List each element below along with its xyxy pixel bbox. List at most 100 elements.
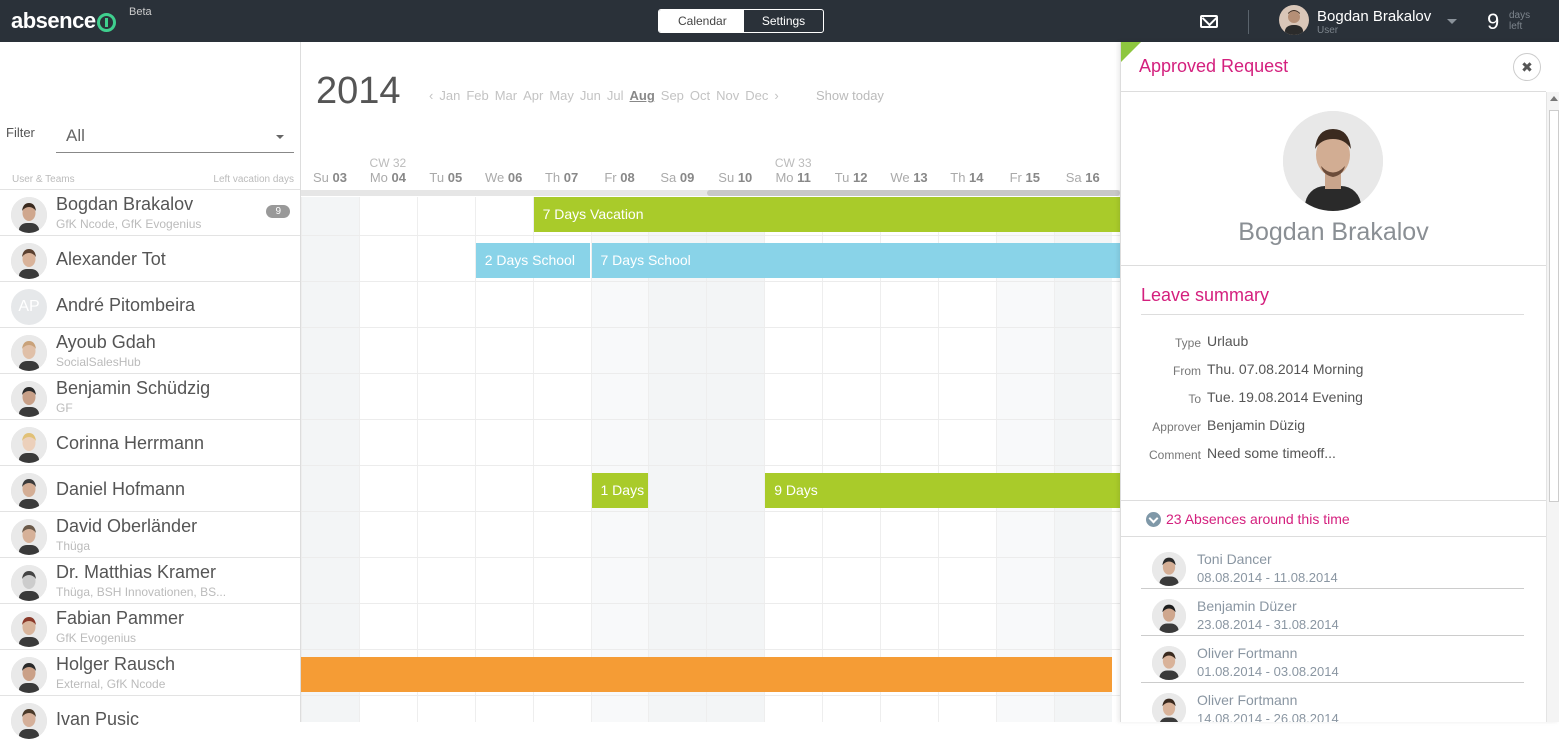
day-number: 14 <box>969 170 984 185</box>
day-column-header: Su 10 <box>706 154 764 186</box>
chevron-down-icon[interactable] <box>1447 19 1457 24</box>
absence-dates: 01.08.2014 - 03.08.2014 <box>1197 664 1339 679</box>
current-user-name[interactable]: Bogdan Brakalov <box>1317 8 1431 25</box>
prev-month-icon[interactable]: ‹ <box>429 88 433 103</box>
user-row[interactable]: AP André Pitombeira <box>0 281 300 327</box>
filter-select[interactable]: All <box>56 122 294 153</box>
absence-bar[interactable]: 7 Days School <box>591 243 1120 278</box>
day-label: Sa 09 <box>648 170 706 185</box>
day-label: Su 10 <box>706 170 764 185</box>
month-link[interactable]: Aug <box>630 88 655 103</box>
absence-avatar <box>1152 599 1186 633</box>
row-divider <box>301 327 1120 328</box>
absence-bar[interactable]: 9 Days <box>765 473 1120 508</box>
mail-icon[interactable] <box>1200 15 1218 28</box>
user-row[interactable]: Benjamin Schüdzig GF <box>0 373 300 419</box>
user-row[interactable]: Alexander Tot <box>0 235 300 281</box>
weekday: Tu <box>429 170 445 185</box>
calendar-grid[interactable]: 7 Days Vacation 2 Days School 7 Days Schoo… <box>301 189 1120 722</box>
day-number: 13 <box>913 170 928 185</box>
user-row[interactable]: Ivan Pusic <box>0 695 300 741</box>
month-link[interactable]: Jan <box>439 88 460 103</box>
day-number: 12 <box>853 170 868 185</box>
weekday: Mo <box>775 170 794 185</box>
month-link[interactable]: Sep <box>661 88 684 103</box>
user-name: Fabian Pammer <box>56 608 185 628</box>
avatar-image <box>1285 10 1303 35</box>
leave-field: To Tue. 19.08.2014 Evening <box>1121 389 1546 411</box>
month-link[interactable]: Jul <box>607 88 624 103</box>
avatar-image <box>11 243 47 279</box>
month-link[interactable]: Apr <box>523 88 543 103</box>
show-today-link[interactable]: Show today <box>816 88 884 103</box>
absence-item[interactable]: Benjamin Düzer 23.08.2014 - 31.08.2014 <box>1141 589 1524 636</box>
row-divider <box>301 235 1120 236</box>
month-link[interactable]: Oct <box>690 88 710 103</box>
month-link[interactable]: Mar <box>495 88 517 103</box>
month-link[interactable]: Nov <box>716 88 739 103</box>
absence-item[interactable]: Oliver Fortmann 01.08.2014 - 03.08.2014 <box>1141 636 1524 683</box>
avatar-image <box>1152 599 1186 633</box>
user-row[interactable]: David Oberländer Thüga <box>0 511 300 557</box>
absence-bar[interactable]: 1 Days <box>591 473 649 508</box>
day-column-header: Su 03 <box>301 154 359 186</box>
month-link[interactable]: Jun <box>580 88 601 103</box>
absences-toggle[interactable]: 23 Absences around this time <box>1146 511 1350 527</box>
day-column-header: CW 33 Mo 11 <box>764 154 822 186</box>
month-link[interactable]: May <box>549 88 574 103</box>
avatar-image <box>11 427 47 463</box>
field-value: Urlaub <box>1207 333 1249 349</box>
panel-scroll-thumb[interactable] <box>1549 110 1559 502</box>
field-value: Thu. 07.08.2014 Morning <box>1207 361 1364 377</box>
panel-scrollbar[interactable] <box>1546 92 1559 722</box>
day-column-header: Fr 08 <box>591 154 649 186</box>
absence-bar[interactable]: 7 Days Vacation <box>533 197 1120 232</box>
row-divider <box>301 511 1120 512</box>
user-row[interactable]: Corinna Herrmann <box>0 419 300 465</box>
avatar-image <box>1283 111 1383 211</box>
beta-label: Beta <box>129 6 152 18</box>
leave-field: Type Urlaub <box>1121 333 1546 355</box>
avatar-image <box>11 335 47 371</box>
absence-bar[interactable]: 2 Days School <box>475 243 591 278</box>
scrollbar-thumb[interactable] <box>707 190 1120 196</box>
current-user-avatar[interactable] <box>1279 5 1309 35</box>
user-row[interactable]: Bogdan Brakalov GfK Ncode, GfK Evogenius 9 <box>0 189 300 235</box>
field-label: Approver <box>1152 420 1201 434</box>
absence-logo[interactable]: absence <box>11 8 116 34</box>
absence-item[interactable]: Toni Dancer 08.08.2014 - 11.08.2014 <box>1141 542 1524 589</box>
user-row[interactable]: Dr. Matthias Kramer Thüga, BSH Innovation… <box>0 557 300 603</box>
absence-item[interactable]: Oliver Fortmann 14.08.2014 - 26.08.2014 <box>1141 683 1524 722</box>
month-link[interactable]: Feb <box>466 88 488 103</box>
close-button[interactable]: ✖ <box>1513 53 1541 81</box>
user-row[interactable]: Ayoub Gdah SocialSalesHub <box>0 327 300 373</box>
row-divider <box>301 373 1120 374</box>
avatar-image <box>11 519 47 555</box>
day-column-header: Fr 15 <box>996 154 1054 186</box>
tab-calendar[interactable]: Calendar <box>659 10 744 32</box>
avatar-image <box>11 703 47 739</box>
user-row[interactable]: Fabian Pammer GfK Evogenius <box>0 603 300 649</box>
row-divider <box>301 281 1120 282</box>
month-link[interactable]: Dec <box>745 88 768 103</box>
filter-value: All <box>66 126 85 145</box>
user-list: Bogdan Brakalov GfK Ncode, GfK Evogenius 9… <box>0 189 300 741</box>
absence-bar[interactable] <box>301 657 1112 692</box>
next-month-icon[interactable]: › <box>774 88 778 103</box>
user-row[interactable]: Daniel Hofmann <box>0 465 300 511</box>
absences-title: 23 Absences around this time <box>1166 511 1350 527</box>
column-divider <box>359 197 360 722</box>
day-label: Th 07 <box>533 170 591 185</box>
field-label: From <box>1173 364 1201 378</box>
user-name: André Pitombeira <box>56 295 196 315</box>
day-label: Fr 08 <box>591 170 649 185</box>
filter-label: Filter <box>6 125 35 140</box>
scroll-up-icon[interactable] <box>1550 96 1558 101</box>
tab-settings[interactable]: Settings <box>744 10 823 32</box>
row-divider <box>301 465 1120 466</box>
absence-person: Oliver Fortmann <box>1197 692 1298 708</box>
day-header: Su 03 CW 32 Mo 04 Tu 05 We 06 Th 07 Fr 08 Sa 09… <box>301 154 1120 186</box>
caret-down-icon <box>276 135 284 139</box>
user-row[interactable]: Holger Rausch External, GfK Ncode <box>0 649 300 695</box>
leave-summary-title: Leave summary <box>1141 285 1270 305</box>
